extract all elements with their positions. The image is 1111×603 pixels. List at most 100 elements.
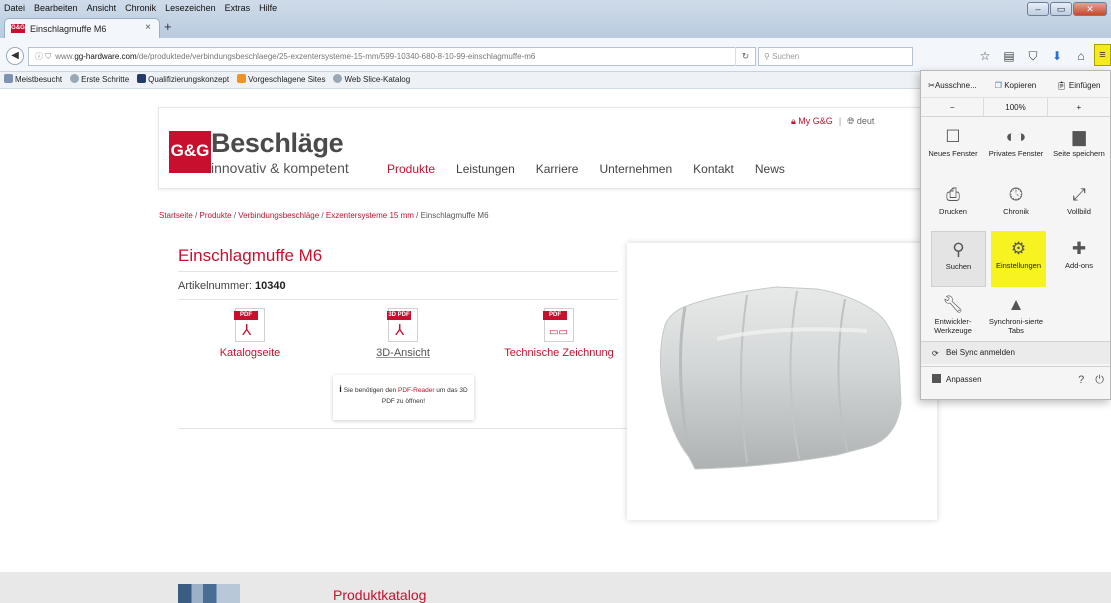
printer-icon: ⎙	[946, 185, 960, 204]
pocket-icon[interactable]: ⛉	[1024, 47, 1042, 65]
save-page-button[interactable]: ▆ Seite speichern	[1049, 119, 1109, 175]
fullscreen-icon: ⤢	[1072, 185, 1086, 204]
breadcrumb-produkte[interactable]: Produkte	[200, 211, 232, 220]
paste-button[interactable]: 📋︎ Einfügen	[1047, 75, 1110, 97]
doc-label: Katalogseite	[219, 347, 281, 359]
panel-footer: Anpassen ? ⏻	[921, 366, 1110, 392]
doc-3d-ansicht[interactable]: 3D PDF ⅄ 3D-Ansicht	[343, 308, 463, 359]
breadcrumb-startseite[interactable]: Startseite	[159, 211, 193, 220]
pdf-icon: PDF ⅄	[234, 308, 265, 342]
url-bar[interactable]: ⓘ ⛉ www.gg-hardware.com/de/produktede/ver…	[28, 47, 756, 66]
help-icon[interactable]: ?	[1078, 367, 1084, 393]
zoom-reset-button[interactable]: 100%	[983, 98, 1048, 116]
url-prefix: www.	[55, 52, 75, 61]
note-text: Sie benötigen den	[343, 387, 397, 394]
private-window-button[interactable]: ◐◑ Privates Fenster	[986, 119, 1046, 175]
back-arrow-icon[interactable]: ◀	[6, 47, 24, 65]
browser-tab[interactable]: G&G Einschlagmuffe M6 ×	[4, 18, 160, 38]
item-label: Synchroni-sierte Tabs	[988, 317, 1044, 335]
mask-icon: ◐◑	[1005, 127, 1027, 146]
download-icon[interactable]: ⬇	[1048, 47, 1066, 65]
breadcrumb-verbindungsbeschlaege[interactable]: Verbindungsbeschläge	[238, 211, 319, 220]
copy-button[interactable]: ❐ Kopieren	[984, 75, 1047, 97]
catalog-thumbnail[interactable]	[178, 584, 240, 603]
bookmark-label: Web Slice-Katalog	[344, 75, 411, 84]
addons-button[interactable]: ✚ Add-ons	[1049, 231, 1109, 287]
new-tab-icon[interactable]: +	[164, 19, 172, 34]
history-button[interactable]: 🕓︎ Chronik	[986, 177, 1046, 233]
quit-icon[interactable]: ⏻	[1095, 367, 1104, 393]
breadcrumb-exzentersysteme[interactable]: Exzentersysteme 15 mm	[326, 211, 414, 220]
window-icon: ☐	[945, 127, 961, 146]
new-window-button[interactable]: ☐ Neues Fenster	[923, 119, 983, 175]
page-icon: ▆	[1072, 127, 1086, 146]
menu-datei[interactable]: Datei	[4, 3, 25, 17]
menu-hilfe[interactable]: Hilfe	[259, 3, 277, 17]
cut-button[interactable]: ✂︎Ausschne...	[921, 75, 984, 97]
item-label: Chronik	[1003, 207, 1029, 216]
menu-ansicht[interactable]: Ansicht	[87, 3, 117, 17]
clipboard-icon: 📋︎	[1056, 81, 1069, 90]
item-label: Vollbild	[1067, 207, 1091, 216]
item-label: Neues Fenster	[928, 149, 978, 158]
pdf-reader-link[interactable]: PDF-Reader	[398, 387, 434, 394]
catalog-heading[interactable]: Produktkatalog	[333, 587, 426, 603]
wrench-icon: 🔧︎	[942, 295, 964, 314]
home-icon[interactable]: ⌂	[1072, 47, 1090, 65]
zoom-in-button[interactable]: +	[1048, 98, 1110, 116]
reload-icon[interactable]: ↻	[735, 47, 755, 66]
nav-produkte[interactable]: Produkte	[387, 162, 435, 176]
customize-button[interactable]: Anpassen	[932, 374, 982, 384]
logo-mark[interactable]: G&G	[169, 131, 211, 173]
synced-tabs-button[interactable]: ▲ Synchroni-sierte Tabs	[986, 287, 1046, 343]
menu-lesezeichen[interactable]: Lesezeichen	[165, 3, 216, 17]
product-image[interactable]	[627, 243, 937, 520]
language-selector[interactable]: deut	[857, 116, 875, 126]
item-label: Entwickler-Werkzeuge	[934, 317, 972, 335]
article-number-label: Artikelnummer:	[178, 280, 252, 292]
edit-controls: ✂︎Ausschne... ❐ Kopieren 📋︎ Einfügen	[921, 75, 1110, 97]
header-top-links: 🔒︎ My G&G | 🌐︎ deut	[791, 116, 874, 127]
logo-title[interactable]: Beschläge	[211, 128, 344, 159]
developer-tools-button[interactable]: 🔧︎ Entwickler-Werkzeuge	[923, 287, 983, 343]
close-window-button[interactable]: ✕	[1073, 2, 1107, 16]
folder-icon	[4, 74, 13, 83]
item-label: Seite speichern	[1053, 149, 1105, 158]
bookmark-web-slice[interactable]: Web Slice-Katalog	[333, 72, 410, 88]
print-button[interactable]: ⎙ Drucken	[923, 177, 983, 233]
acrobat-icon: ⅄	[395, 322, 405, 339]
menu-chronik[interactable]: Chronik	[125, 3, 156, 17]
nav-leistungen[interactable]: Leistungen	[456, 162, 515, 176]
sync-sign-in-button[interactable]: ⟳ Bei Sync anmelden	[921, 341, 1110, 364]
reading-list-icon[interactable]: ▤	[1000, 47, 1018, 65]
bookmark-star-icon[interactable]: ☆	[976, 47, 994, 65]
bookmark-label: Qualifizierungskonzept	[148, 75, 230, 84]
open-menu-icon[interactable]: ≡	[1094, 44, 1111, 66]
search-bar[interactable]: ⚲ Suchen	[758, 47, 913, 66]
bookmark-meistbesucht[interactable]: Meistbesucht	[4, 72, 62, 88]
bookmark-qualifizierungskonzept[interactable]: Qualifizierungskonzept	[137, 72, 229, 88]
menu-bearbeiten[interactable]: Bearbeiten	[34, 3, 78, 17]
bookmark-erste-schritte[interactable]: Erste Schritte	[70, 72, 129, 88]
doc-technische-zeichnung[interactable]: PDF ▭▭ Technische Zeichnung	[499, 308, 619, 359]
close-tab-icon[interactable]: ×	[145, 22, 151, 33]
bookmark-vorgeschlagene-sites[interactable]: Vorgeschlagene Sites	[237, 72, 325, 88]
find-button[interactable]: ⚲ Suchen	[931, 231, 986, 287]
drawing-icon: ▭▭	[549, 327, 568, 338]
favicon-icon: G&G	[11, 24, 25, 33]
nav-karriere[interactable]: Karriere	[536, 162, 579, 176]
nav-kontakt[interactable]: Kontakt	[693, 162, 734, 176]
fullscreen-button[interactable]: ⤢ Vollbild	[1049, 177, 1109, 233]
my-account-link[interactable]: My G&G	[798, 116, 833, 126]
nav-unternehmen[interactable]: Unternehmen	[599, 162, 672, 176]
settings-button[interactable]: ⚙ Einstellungen	[991, 231, 1046, 287]
minimize-button[interactable]: –	[1027, 2, 1049, 16]
maximize-button[interactable]: ▭	[1050, 2, 1072, 16]
info-icon[interactable]: ⓘ ⛉	[35, 52, 51, 61]
divider	[178, 299, 618, 300]
url-domain: gg-hardware.com	[74, 52, 137, 61]
doc-katalogseite[interactable]: PDF ⅄ Katalogseite	[190, 308, 310, 359]
zoom-out-button[interactable]: −	[921, 98, 983, 116]
menu-extras[interactable]: Extras	[225, 3, 251, 17]
nav-news[interactable]: News	[755, 162, 785, 176]
